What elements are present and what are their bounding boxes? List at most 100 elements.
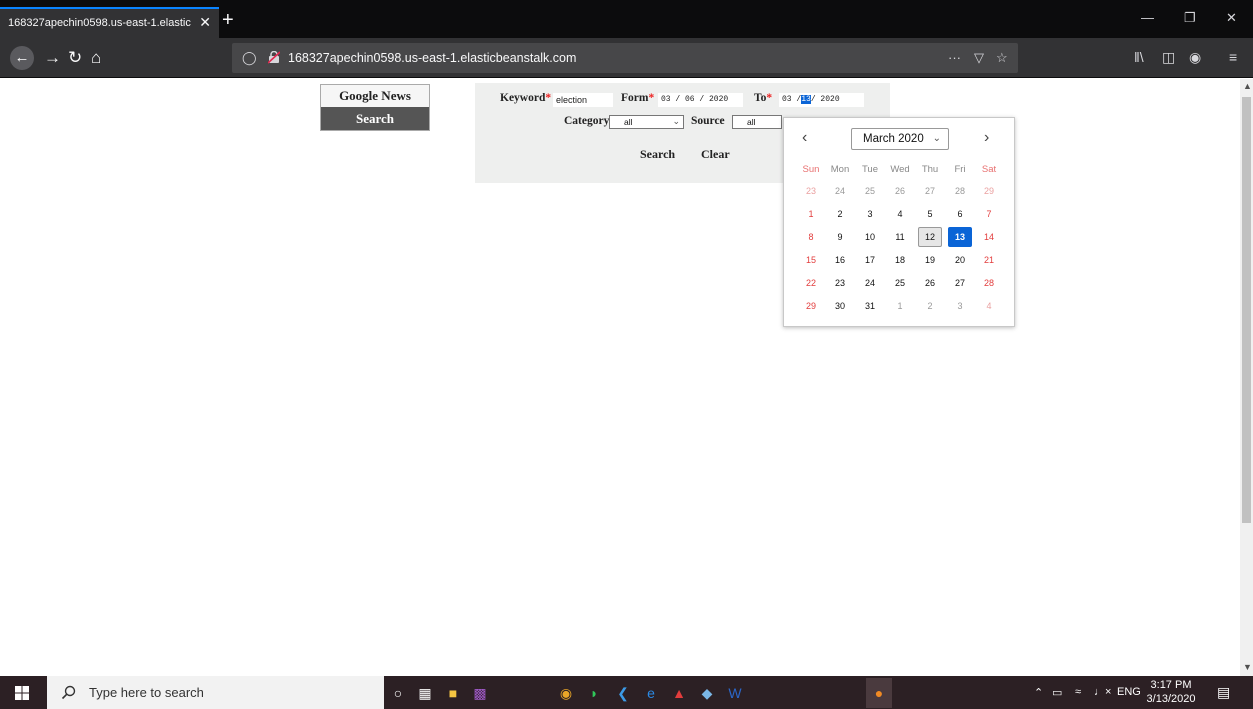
menu-icon[interactable]: ≡ bbox=[1229, 49, 1237, 65]
calendar-day[interactable]: 5 bbox=[918, 204, 942, 224]
search-button[interactable]: Search bbox=[640, 147, 675, 162]
month-select[interactable]: March 2020 ⌄ bbox=[851, 128, 949, 150]
language-indicator[interactable]: ENG bbox=[1117, 686, 1141, 698]
panel-search-button[interactable]: Search bbox=[321, 107, 429, 130]
calendar-day[interactable]: 11 bbox=[888, 227, 912, 247]
calendar-day[interactable]: 17 bbox=[858, 250, 882, 270]
vertical-scrollbar[interactable]: ▲ ▼ bbox=[1240, 79, 1253, 676]
acrobat-icon[interactable]: ▲ bbox=[669, 683, 689, 703]
calendar-day[interactable]: 22 bbox=[799, 273, 823, 293]
vscode-icon[interactable]: ❮ bbox=[613, 683, 633, 703]
library-icon[interactable]: ‖\ bbox=[1134, 49, 1144, 65]
source-select[interactable]: all bbox=[732, 115, 782, 129]
clear-button[interactable]: Clear bbox=[701, 147, 730, 162]
task-view-icon[interactable]: ▦ bbox=[415, 683, 435, 703]
calendar-day[interactable]: 4 bbox=[977, 296, 1001, 316]
scroll-up-icon[interactable]: ▲ bbox=[1243, 81, 1252, 91]
calendar-day[interactable]: 29 bbox=[799, 296, 823, 316]
calendar-day[interactable]: 10 bbox=[858, 227, 882, 247]
calendar-day[interactable]: 28 bbox=[977, 273, 1001, 293]
form-date-input[interactable]: 03 / 06 / 2020 bbox=[658, 93, 743, 107]
sidebar-icon[interactable]: ◫ bbox=[1162, 49, 1175, 66]
chrome-icon[interactable]: ◉ bbox=[556, 683, 576, 703]
calendar-day[interactable]: 1 bbox=[888, 296, 912, 316]
close-tab-icon[interactable]: ✕ bbox=[199, 14, 211, 31]
calendar-day[interactable]: 28 bbox=[948, 181, 972, 201]
calendar-day[interactable]: 16 bbox=[828, 250, 852, 270]
keyword-input[interactable]: election bbox=[553, 93, 613, 107]
previous-month-icon[interactable]: ‹ bbox=[802, 129, 807, 147]
reload-icon[interactable]: ↻ bbox=[68, 47, 82, 69]
pocket-icon[interactable]: ▽ bbox=[974, 50, 984, 66]
scroll-down-icon[interactable]: ▼ bbox=[1243, 662, 1252, 672]
category-select[interactable]: all ⌄ bbox=[609, 115, 684, 129]
forward-arrow-icon[interactable]: → bbox=[44, 47, 61, 69]
page-actions-icon[interactable]: ··· bbox=[948, 50, 961, 65]
calendar-day[interactable]: 27 bbox=[918, 181, 942, 201]
calendar-day[interactable]: 3 bbox=[948, 296, 972, 316]
back-arrow-icon[interactable]: ← bbox=[10, 46, 34, 70]
calendar-day[interactable]: 1 bbox=[799, 204, 823, 224]
minimize-icon[interactable]: — bbox=[1141, 10, 1154, 25]
calendar-day[interactable]: 9 bbox=[828, 227, 852, 247]
calendar-day[interactable]: 20 bbox=[948, 250, 972, 270]
wifi-icon[interactable]: ≈ bbox=[1075, 686, 1081, 698]
calendar-day[interactable]: 2 bbox=[828, 204, 852, 224]
calendar-day[interactable]: 4 bbox=[888, 204, 912, 224]
internet-explorer-icon[interactable]: e bbox=[641, 683, 661, 703]
taskbar-search-box[interactable]: Type here to search bbox=[47, 676, 384, 709]
calendar-day[interactable]: 26 bbox=[918, 273, 942, 293]
notifications-icon[interactable]: ▤ bbox=[1217, 684, 1230, 701]
onenote-icon[interactable]: ▩ bbox=[470, 683, 490, 703]
bookmark-star-icon[interactable]: ☆ bbox=[996, 50, 1008, 66]
shield-icon[interactable]: ◯ bbox=[242, 50, 257, 66]
calendar-day[interactable]: 29 bbox=[977, 181, 1001, 201]
calendar-day[interactable]: 23 bbox=[799, 181, 823, 201]
new-tab-icon[interactable]: + bbox=[222, 10, 234, 30]
calendar-day[interactable]: 15 bbox=[799, 250, 823, 270]
to-date-day-segment[interactable]: 13 bbox=[801, 95, 811, 104]
volume-muted-icon[interactable]: ♩× bbox=[1094, 686, 1111, 698]
app-icon[interactable]: ◆ bbox=[697, 683, 717, 703]
calendar-day[interactable]: 12 bbox=[918, 227, 942, 247]
account-icon[interactable]: ◉ bbox=[1189, 49, 1201, 66]
cortana-icon[interactable]: ○ bbox=[388, 683, 408, 703]
calendar-day[interactable]: 18 bbox=[888, 250, 912, 270]
file-explorer-icon[interactable]: ■ bbox=[443, 683, 463, 703]
restore-icon[interactable]: ❐ bbox=[1184, 10, 1196, 26]
calendar-day[interactable]: 13 bbox=[948, 227, 972, 247]
whatsapp-icon[interactable]: ◗ bbox=[584, 683, 604, 703]
calendar-day[interactable]: 19 bbox=[918, 250, 942, 270]
scroll-thumb[interactable] bbox=[1242, 97, 1251, 523]
next-month-icon[interactable]: › bbox=[984, 129, 989, 147]
home-icon[interactable]: ⌂ bbox=[91, 47, 101, 69]
firefox-icon[interactable]: ● bbox=[866, 678, 892, 708]
to-date-input[interactable]: 03 /13/ 2020 bbox=[779, 93, 864, 107]
calendar-day[interactable]: 30 bbox=[828, 296, 852, 316]
insecure-lock-icon[interactable] bbox=[268, 51, 280, 64]
calendar-day[interactable]: 24 bbox=[858, 273, 882, 293]
calendar-day[interactable]: 23 bbox=[828, 273, 852, 293]
browser-tab[interactable]: 168327apechin0598.us-east-1.elastic ✕ bbox=[0, 7, 219, 38]
calendar-day[interactable]: 25 bbox=[858, 181, 882, 201]
calendar-day[interactable]: 8 bbox=[799, 227, 823, 247]
windows-start-icon[interactable] bbox=[15, 686, 29, 700]
calendar-day[interactable]: 25 bbox=[888, 273, 912, 293]
battery-icon[interactable]: ▭ bbox=[1052, 686, 1062, 699]
address-bar[interactable]: ◯ 168327apechin0598.us-east-1.elasticbea… bbox=[232, 43, 1018, 73]
calendar-day[interactable]: 7 bbox=[977, 204, 1001, 224]
calendar-day[interactable]: 27 bbox=[948, 273, 972, 293]
calendar-day[interactable]: 21 bbox=[977, 250, 1001, 270]
tray-chevron-up-icon[interactable]: ⌃ bbox=[1034, 686, 1043, 699]
calendar-day[interactable]: 6 bbox=[948, 204, 972, 224]
taskbar-clock[interactable]: 3:17 PM 3/13/2020 bbox=[1143, 678, 1199, 706]
google-news-title[interactable]: Google News bbox=[321, 85, 429, 107]
calendar-day[interactable]: 3 bbox=[858, 204, 882, 224]
calendar-day[interactable]: 24 bbox=[828, 181, 852, 201]
calendar-day[interactable]: 2 bbox=[918, 296, 942, 316]
calendar-day[interactable]: 31 bbox=[858, 296, 882, 316]
word-icon[interactable]: W bbox=[725, 683, 745, 703]
calendar-day[interactable]: 14 bbox=[977, 227, 1001, 247]
calendar-day[interactable]: 26 bbox=[888, 181, 912, 201]
window-close-icon[interactable]: ✕ bbox=[1226, 10, 1237, 26]
